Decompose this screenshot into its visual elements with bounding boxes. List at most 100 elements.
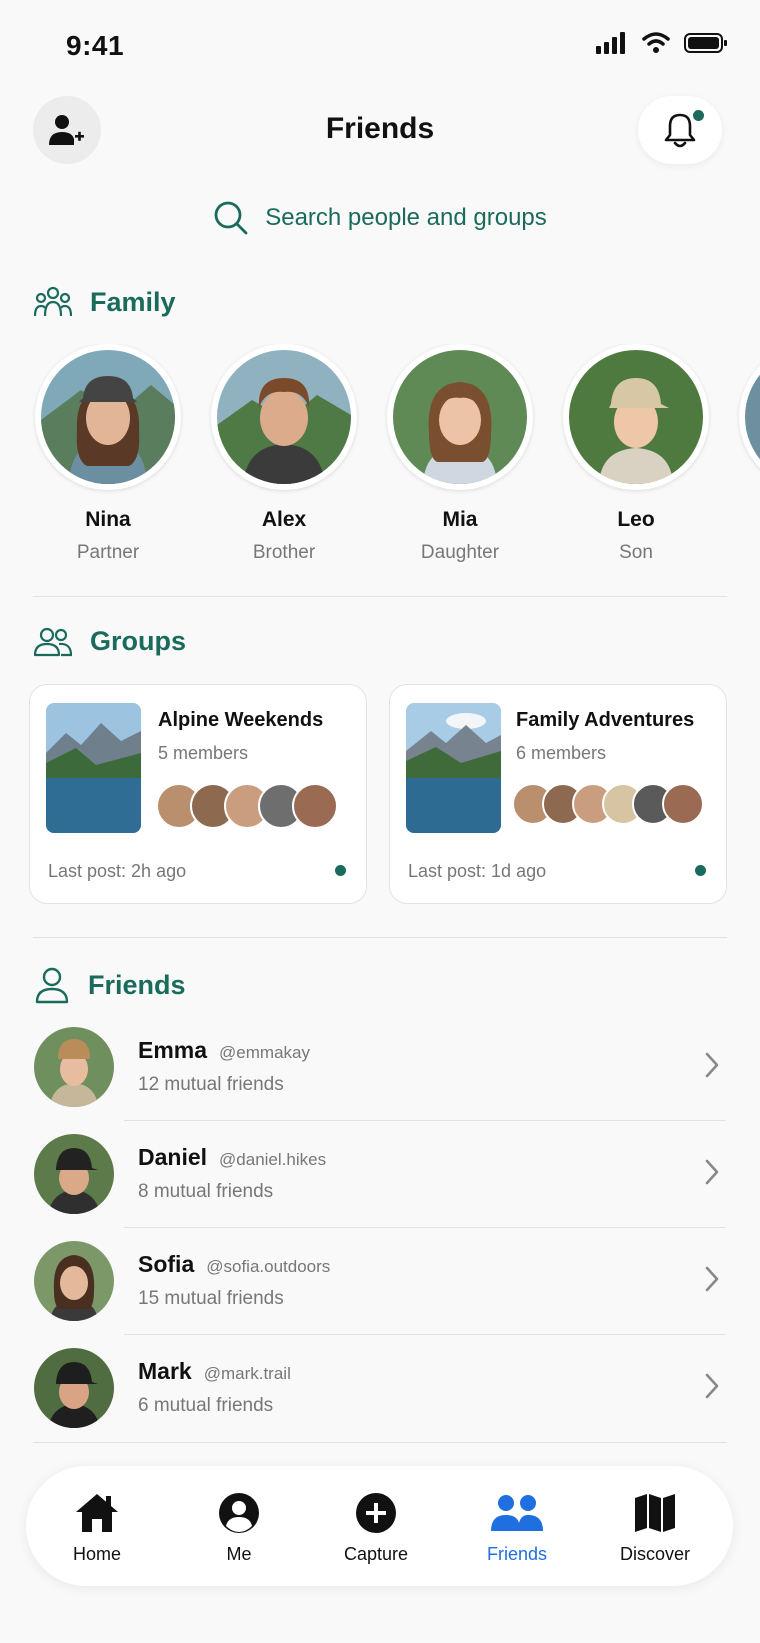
- section-divider: [33, 1442, 727, 1443]
- friend-handle: @daniel.hikes: [219, 1150, 327, 1169]
- friend-row[interactable]: Daniel @daniel.hikes 8 mutual friends: [0, 1134, 760, 1241]
- chevron-right-icon: [705, 1052, 719, 1078]
- tab-label: Discover: [619, 1544, 690, 1564]
- avatar: [34, 1027, 114, 1107]
- avatar: [35, 344, 181, 490]
- wifi-icon: [642, 32, 670, 53]
- row-divider: [124, 1334, 726, 1335]
- groups-title: Groups: [90, 626, 187, 656]
- tab-capture[interactable]: Capture: [316, 1490, 436, 1565]
- home-icon: [76, 1494, 118, 1532]
- profile-icon: [219, 1493, 259, 1533]
- tab-label: Home: [72, 1544, 121, 1564]
- group-name: Alpine Weekends: [158, 709, 324, 731]
- family-member-partial[interactable]: [737, 344, 760, 490]
- family-carousel[interactable]: Nina Partner Alex Brother Mia Daughter L…: [0, 344, 760, 564]
- member-relation: Son: [619, 542, 653, 563]
- group-avatar-stack: [512, 783, 704, 825]
- avatar: [387, 344, 533, 490]
- avatar-photo: [745, 350, 760, 484]
- friend-name: Sofia @sofia.outdoors: [138, 1251, 331, 1277]
- group-member-count: 5 members: [158, 743, 249, 763]
- tab-label: Me: [226, 1544, 252, 1564]
- row-divider: [124, 1120, 726, 1121]
- tab-home[interactable]: Home: [37, 1490, 157, 1565]
- group-thumbnail: [406, 703, 501, 833]
- chevron-right-icon: [705, 1266, 719, 1292]
- friends-title: Friends: [88, 969, 186, 1000]
- friends-section-header: Friends: [34, 966, 186, 1004]
- avatar: [34, 1134, 114, 1214]
- avatar: [34, 1348, 114, 1428]
- avatar: [662, 783, 704, 825]
- avatar: [563, 344, 709, 490]
- notifications-button[interactable]: [638, 96, 722, 164]
- header: Friends: [0, 92, 760, 172]
- member-name: Nina: [85, 508, 131, 531]
- mutual-friends: 12 mutual friends: [138, 1074, 284, 1095]
- friend-name: Emma @emmakay: [138, 1037, 310, 1063]
- groups-icon: [34, 627, 72, 656]
- friend-handle: @emmakay: [219, 1043, 310, 1062]
- friends-icon: [491, 1495, 543, 1531]
- family-member[interactable]: Leo Son: [561, 344, 711, 564]
- family-member[interactable]: Nina Partner: [33, 344, 183, 564]
- family-section-header: Family: [34, 286, 176, 318]
- person-icon: [35, 967, 69, 1004]
- family-member[interactable]: Alex Brother: [209, 344, 359, 564]
- search-input[interactable]: Search people and groups: [265, 204, 547, 232]
- tab-friends[interactable]: Friends: [457, 1490, 577, 1565]
- group-thumbnail: [46, 703, 141, 833]
- tab-label: Friends: [486, 1544, 548, 1564]
- friend-row[interactable]: Sofia @sofia.outdoors 15 mutual friends: [0, 1241, 760, 1348]
- group-last-post: Last post: 2h ago: [48, 861, 187, 881]
- family-member[interactable]: Mia Daughter: [385, 344, 535, 564]
- activity-dot: [695, 865, 706, 876]
- member-relation: Brother: [252, 542, 316, 563]
- avatar-photo: [569, 350, 703, 484]
- activity-dot: [335, 865, 346, 876]
- member-name: Leo: [617, 508, 655, 531]
- member-relation: Partner: [76, 542, 140, 563]
- tab-me[interactable]: Me: [179, 1490, 299, 1565]
- avatar: [34, 1241, 114, 1321]
- groups-section-header: Groups: [34, 626, 186, 657]
- friend-name: Daniel @daniel.hikes: [138, 1144, 327, 1170]
- avatar-photo: [217, 350, 351, 484]
- group-name: Family Adventures: [516, 709, 695, 731]
- tab-label: Capture: [343, 1544, 409, 1564]
- tab-bar: Home Me Capture Friends Discover: [26, 1466, 733, 1586]
- avatar-photo: [41, 350, 175, 484]
- map-icon: [635, 1494, 675, 1532]
- avatar: [211, 344, 357, 490]
- friend-row[interactable]: Mark @mark.trail 6 mutual friends: [0, 1348, 760, 1455]
- signal-icon: [596, 32, 625, 54]
- friend-row[interactable]: Emma @emmakay 12 mutual friends: [0, 1027, 760, 1134]
- family-icon: [34, 286, 72, 317]
- status-icons: [596, 32, 728, 54]
- friend-handle: @mark.trail: [203, 1364, 291, 1383]
- battery-icon: [684, 33, 727, 53]
- tab-discover[interactable]: Discover: [595, 1490, 715, 1565]
- group-card[interactable]: Alpine Weekends 5 members Last post: 2h …: [29, 684, 367, 904]
- notification-dot: [693, 110, 704, 121]
- avatar: [292, 783, 338, 829]
- group-card[interactable]: Family Adventures 6 members Last post: 1…: [389, 684, 727, 904]
- section-divider: [33, 937, 727, 938]
- plus-circle-icon: [356, 1493, 396, 1533]
- status-time: 9:41: [66, 30, 125, 61]
- member-name: Mia: [442, 508, 478, 531]
- chevron-right-icon: [705, 1159, 719, 1185]
- group-member-count: 6 members: [516, 743, 607, 763]
- group-last-post: Last post: 1d ago: [408, 861, 547, 881]
- mutual-friends: 8 mutual friends: [138, 1181, 274, 1202]
- search-bar[interactable]: Search people and groups: [0, 200, 760, 236]
- row-divider: [124, 1227, 726, 1228]
- chevron-right-icon: [705, 1373, 719, 1399]
- group-avatar-stack: [156, 783, 338, 829]
- mutual-friends: 6 mutual friends: [138, 1395, 274, 1416]
- member-name: Alex: [261, 508, 307, 531]
- family-title: Family: [90, 286, 176, 317]
- avatar-photo: [393, 350, 527, 484]
- member-relation: Daughter: [420, 542, 500, 563]
